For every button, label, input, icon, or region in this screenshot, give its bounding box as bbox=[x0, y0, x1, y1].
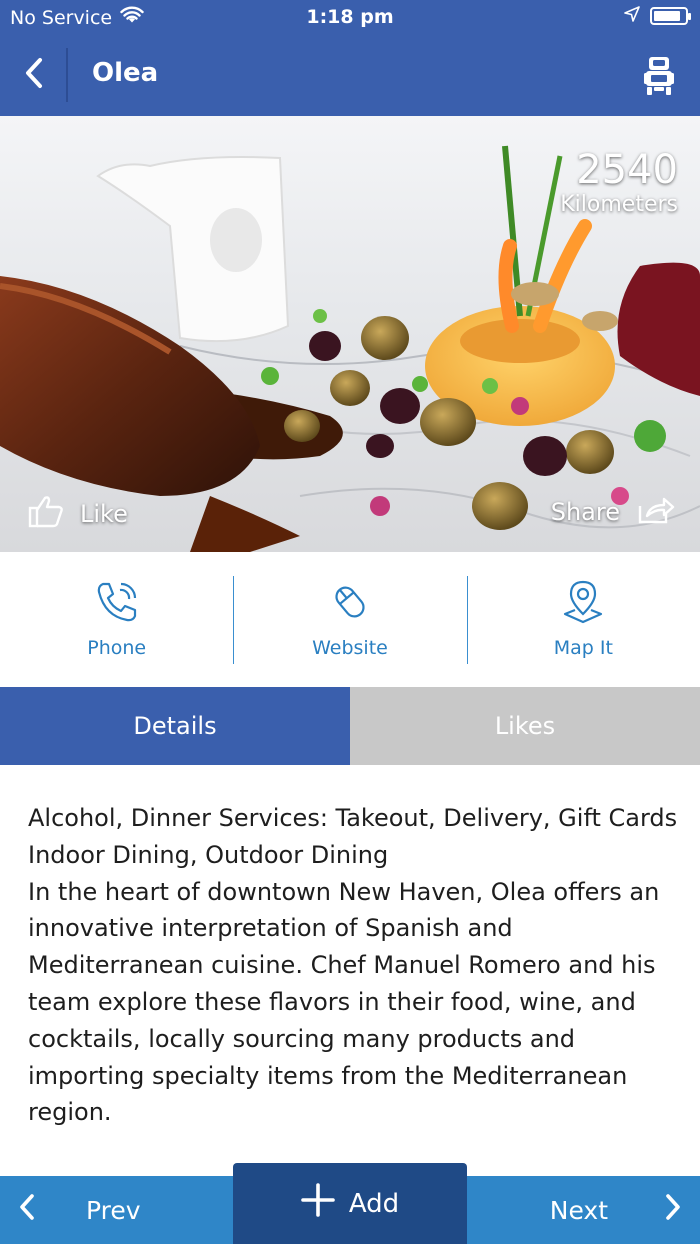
details-content: Alcohol, Dinner Services: Takeout, Deliv… bbox=[28, 800, 678, 1131]
seat-button[interactable] bbox=[642, 56, 676, 96]
battery-fill bbox=[654, 11, 680, 21]
phone-icon bbox=[95, 580, 139, 629]
next-label: Next bbox=[549, 1195, 608, 1225]
chevron-right-icon bbox=[664, 1193, 682, 1227]
passenger-seat-icon bbox=[642, 57, 676, 100]
prev-button[interactable]: Prev bbox=[0, 1176, 234, 1244]
chevron-left-icon bbox=[23, 57, 45, 93]
page-title: Olea bbox=[92, 58, 159, 88]
add-label: Add bbox=[348, 1188, 400, 1219]
distance-value: 2540 bbox=[576, 147, 678, 193]
location-arrow-icon bbox=[624, 6, 640, 26]
details-dining: Indoor Dining, Outdoor Dining bbox=[28, 840, 389, 869]
nav-divider bbox=[66, 48, 68, 102]
map-label: Map It bbox=[553, 637, 613, 659]
contact-actions: Phone Website Map It bbox=[0, 552, 700, 687]
details-amenities: Alcohol, Dinner Services: Takeout, Deliv… bbox=[28, 804, 678, 832]
tab-bar: Details Likes bbox=[0, 687, 700, 765]
battery-icon bbox=[650, 7, 691, 25]
status-right bbox=[624, 6, 691, 26]
like-label: Like bbox=[80, 500, 128, 528]
mouse-icon bbox=[328, 580, 372, 629]
tab-details[interactable]: Details bbox=[0, 687, 350, 765]
status-bar: No Service 1:18 pm bbox=[0, 0, 700, 34]
details-description: In the heart of downtown New Haven, Olea… bbox=[28, 877, 660, 1127]
share-icon bbox=[636, 494, 676, 530]
map-action[interactable]: Map It bbox=[466, 552, 700, 687]
add-button[interactable]: Add bbox=[233, 1163, 467, 1244]
status-time: 1:18 pm bbox=[306, 6, 394, 28]
website-label: Website bbox=[312, 637, 388, 659]
like-button[interactable]: Like bbox=[28, 494, 128, 534]
tab-likes[interactable]: Likes bbox=[350, 687, 700, 765]
chevron-left-icon bbox=[18, 1193, 36, 1227]
next-button[interactable]: Next bbox=[466, 1176, 700, 1244]
phone-action[interactable]: Phone bbox=[0, 552, 233, 687]
thumbs-up-icon bbox=[28, 494, 64, 534]
map-pin-icon bbox=[561, 580, 605, 629]
hero-image: 2540 Kilometers Like Share bbox=[0, 116, 700, 552]
plus-icon bbox=[301, 1183, 335, 1224]
back-button[interactable] bbox=[14, 54, 54, 96]
prev-label: Prev bbox=[86, 1195, 141, 1225]
website-action[interactable]: Website bbox=[233, 552, 466, 687]
phone-label: Phone bbox=[87, 637, 147, 659]
share-label: Share bbox=[550, 498, 620, 526]
share-button[interactable]: Share bbox=[551, 494, 676, 530]
distance-readout: 2540 Kilometers bbox=[560, 148, 678, 218]
distance-unit: Kilometers bbox=[560, 192, 678, 217]
nav-bar: Olea bbox=[0, 34, 700, 116]
